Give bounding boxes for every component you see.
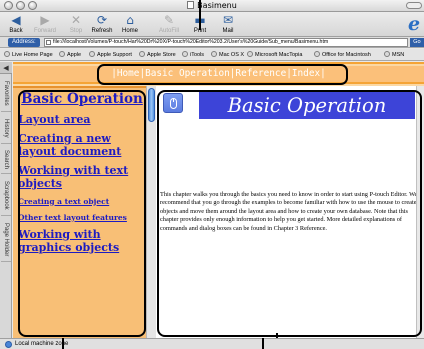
title-bar: Basimenu [0, 0, 424, 12]
toc-divider [13, 86, 156, 88]
home-label: Home [121, 28, 138, 34]
favorite-icon [59, 51, 65, 57]
tab-history[interactable]: History [1, 114, 11, 144]
toolbar: ◀ Back ▶ Forward ✕ Stop ⟳ Refresh ⌂ Home… [0, 12, 424, 37]
autofill-button[interactable]: ✎ AutoFill [155, 13, 183, 36]
callout-top-frame [97, 64, 348, 85]
favorite-apple-support[interactable]: Apple Support [89, 51, 132, 59]
back-label: Back [9, 28, 23, 34]
callout-pointer-top [199, 0, 201, 30]
refresh-button[interactable]: ⟳ Refresh [88, 13, 116, 36]
toolbar-toggle-button[interactable] [406, 2, 422, 9]
favorite-icon [384, 51, 390, 57]
callout-pointer-main [262, 338, 264, 349]
mail-button[interactable]: ✉ Mail [214, 13, 242, 36]
favorite-label: Office for Macintosh [322, 52, 371, 58]
favorite-icon [89, 51, 95, 57]
favorite-icon [314, 51, 320, 57]
favorite-microsoft-mactopia[interactable]: Microsoft MacTopia [247, 51, 302, 59]
callout-toc-frame [18, 90, 146, 337]
favorite-label: Apple [67, 52, 82, 58]
stop-label: Stop [69, 28, 83, 34]
browser-logo-icon: e [408, 14, 421, 34]
autofill-icon: ✎ [163, 13, 175, 27]
favorite-icon [247, 51, 253, 57]
status-text: Local machine zone [15, 341, 69, 347]
refresh-icon: ⟳ [96, 13, 108, 27]
address-url: file:///localhost/Volumes/P-touch/Har%20… [53, 39, 329, 45]
favorite-apple[interactable]: Apple [59, 51, 81, 59]
favorite-apple-store[interactable]: Apple Store [139, 51, 176, 59]
go-button[interactable]: Go [410, 38, 424, 47]
callout-pointer-left [62, 338, 64, 349]
page-content: |Home|Basic Operation|Reference|Index| B… [13, 62, 424, 339]
forward-label: Forward [33, 28, 56, 34]
favorite-live-home-page[interactable]: Live Home Page [4, 51, 53, 59]
stop-icon: ✕ [70, 13, 82, 27]
tab-search[interactable]: Search [1, 146, 11, 174]
globe-icon [5, 341, 12, 348]
forward-button[interactable]: ▶ Forward [31, 13, 59, 36]
favorite-label: Live Home Page [12, 52, 53, 58]
favorite-label: Apple Support [97, 52, 132, 58]
window-title-text: Basimenu [197, 1, 237, 10]
explorer-bar-tabs: ◀ Favorites History Search Scrapbook Pag… [0, 62, 12, 338]
page-icon [46, 40, 51, 45]
favorite-icon [211, 51, 217, 57]
favorite-mac-os-x[interactable]: Mac OS X [211, 51, 244, 59]
favorite-label: Apple Store [147, 52, 176, 58]
favorite-label: Mac OS X [219, 52, 245, 58]
address-input[interactable]: file:///localhost/Volumes/P-touch/Har%20… [44, 38, 408, 47]
favorite-icon [182, 51, 188, 57]
back-button[interactable]: ◀ Back [2, 13, 30, 36]
toc-scrollbar[interactable] [146, 86, 156, 338]
favorite-label: Microsoft MacTopia [255, 52, 303, 58]
favorite-label: iTools [190, 52, 205, 58]
refresh-label: Refresh [91, 28, 113, 34]
toc-scroll-thumb[interactable] [148, 88, 155, 122]
tab-page-holder[interactable]: Page Holder [1, 218, 11, 262]
browser-window: Basimenu ◀ Back ▶ Forward ✕ Stop ⟳ Refre… [0, 0, 424, 349]
favorite-label: MSN [392, 52, 405, 58]
autofill-label: AutoFill [158, 28, 179, 34]
explorer-bar-toggle-icon[interactable]: ◀ [0, 62, 12, 74]
tab-favorites[interactable]: Favorites [1, 76, 11, 112]
address-label: Address: [8, 38, 40, 47]
forward-arrow-icon: ▶ [40, 13, 50, 27]
callout-main-frame [157, 90, 422, 337]
favorite-icon [139, 51, 145, 57]
tab-scrapbook[interactable]: Scrapbook [1, 176, 11, 216]
address-bar: Address: file:///localhost/Volumes/P-tou… [0, 37, 424, 48]
document-icon [187, 1, 195, 9]
back-arrow-icon: ◀ [11, 13, 21, 27]
favorite-itools[interactable]: iTools [182, 51, 204, 59]
home-button[interactable]: ⌂ Home [116, 13, 144, 36]
mail-label: Mail [222, 28, 234, 34]
favorite-msn[interactable]: MSN [384, 51, 404, 59]
window-title: Basimenu [0, 0, 424, 12]
home-icon: ⌂ [126, 13, 134, 27]
mail-icon: ✉ [222, 13, 234, 27]
favorite-office-for-macintosh[interactable]: Office for Macintosh [314, 51, 371, 59]
favorites-bar: Live Home Page Apple Apple Support Apple… [0, 49, 424, 61]
stop-button[interactable]: ✕ Stop [62, 13, 90, 36]
favorite-icon [4, 51, 10, 57]
